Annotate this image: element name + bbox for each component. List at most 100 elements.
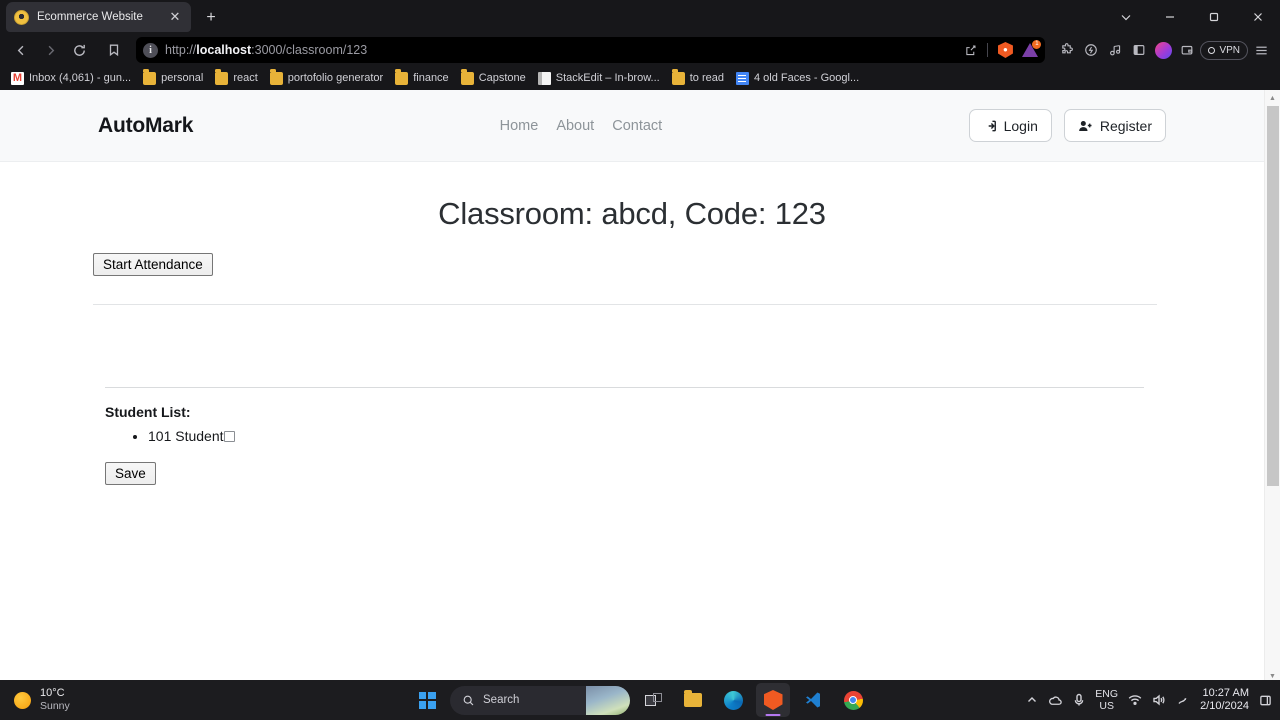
bookmark-icon[interactable] — [101, 37, 127, 63]
bookmark-item[interactable]: Inbox (4,061) - gun... — [6, 70, 136, 87]
bookmark-item[interactable]: StackEdit – In-brow... — [533, 70, 665, 87]
browser-toolbar: i http://localhost:3000/classroom/123 ● … — [0, 34, 1280, 66]
weather-widget[interactable]: 10°C Sunny — [0, 687, 70, 713]
vpn-button[interactable]: VPN — [1200, 40, 1248, 60]
bookmark-item[interactable]: personal — [138, 69, 208, 87]
register-button[interactable]: Register — [1063, 109, 1166, 142]
windows-taskbar: 10°C Sunny Search ENG US 10:27 AM 2/10/2… — [0, 680, 1280, 720]
search-highlight-image — [586, 685, 630, 715]
close-icon[interactable]: ✕ — [167, 9, 183, 25]
list-item: 101 Student — [148, 428, 1264, 444]
divider — [987, 43, 989, 57]
bookmark-item[interactable]: 4 old Faces - Googl... — [731, 70, 864, 87]
site-nav-links: Home About Contact — [193, 118, 968, 134]
battery-icon[interactable] — [1176, 694, 1190, 706]
file-explorer-icon — [684, 690, 702, 707]
taskbar-file-explorer[interactable] — [676, 683, 710, 717]
minimize-icon[interactable] — [1148, 0, 1192, 34]
save-button[interactable]: Save — [105, 462, 156, 485]
brave-rewards-icon[interactable] — [1080, 39, 1102, 61]
url-text: http://localhost:3000/classroom/123 — [165, 43, 952, 57]
language-indicator[interactable]: ENG US — [1095, 688, 1118, 712]
page-viewport: AutoMark Home About Contact Login Regist… — [0, 90, 1280, 684]
clock-date: 2/10/2024 — [1200, 700, 1249, 712]
new-tab-button[interactable]: + — [199, 6, 223, 30]
back-icon[interactable] — [8, 37, 34, 63]
bookmark-label: portofolio generator — [287, 72, 384, 84]
folder-icon — [395, 69, 409, 85]
onedrive-icon[interactable] — [1048, 694, 1063, 707]
bookmark-item[interactable]: Capstone — [456, 69, 531, 87]
brave-shields-icon[interactable]: ● — [994, 39, 1016, 61]
page-content: Classroom: abcd, Code: 123 Start Attenda… — [0, 196, 1264, 485]
taskbar-microsoft-edge[interactable] — [716, 683, 750, 717]
sun-icon — [14, 691, 31, 709]
volume-icon[interactable] — [1152, 694, 1166, 706]
brave-music-icon[interactable] — [1104, 39, 1126, 61]
leo-ai-icon[interactable] — [1152, 39, 1174, 61]
taskbar-brave-browser[interactable] — [756, 683, 790, 717]
url-scheme: http:// — [165, 43, 197, 57]
folder-icon — [460, 69, 474, 85]
system-tray: ENG US 10:27 AM 2/10/2024 — [1026, 687, 1280, 713]
wifi-icon[interactable] — [1128, 694, 1142, 706]
bookmark-item[interactable]: to read — [667, 69, 729, 87]
extensions-puzzle-icon[interactable] — [1056, 39, 1078, 61]
taskbar-google-chrome[interactable] — [836, 683, 870, 717]
bookmark-label: 4 old Faces - Googl... — [753, 72, 860, 84]
brave-wallet-icon[interactable] — [1176, 39, 1198, 61]
clock[interactable]: 10:27 AM 2/10/2024 — [1200, 687, 1249, 713]
windows-logo-icon — [418, 691, 436, 709]
search-placeholder: Search — [483, 694, 520, 706]
bookmark-label: StackEdit – In-brow... — [555, 72, 660, 84]
weather-temperature: 10°C — [40, 687, 65, 699]
login-label: Login — [1003, 117, 1038, 134]
site-nav-actions: Login Register — [968, 109, 1166, 142]
share-icon[interactable] — [959, 39, 981, 61]
browser-tab[interactable]: Ecommerce Website ✕ — [6, 2, 191, 32]
hamburger-menu-icon[interactable] — [1250, 39, 1272, 61]
taskbar-center: Search — [410, 683, 870, 717]
forward-icon[interactable] — [37, 37, 63, 63]
maximize-icon[interactable] — [1192, 0, 1236, 34]
microphone-icon[interactable] — [1073, 693, 1085, 707]
nav-link-home[interactable]: Home — [500, 118, 539, 134]
bookmark-item[interactable]: finance — [390, 69, 453, 87]
student-checkbox[interactable] — [223, 431, 235, 442]
brand-logo[interactable]: AutoMark — [98, 114, 193, 138]
taskbar-vs-code[interactable] — [796, 683, 830, 717]
bookmark-label: personal — [161, 72, 204, 84]
page-scrollbar[interactable]: ▲ ▼ — [1264, 90, 1280, 684]
nav-link-about[interactable]: About — [556, 118, 594, 134]
search-input[interactable]: Search — [450, 685, 630, 715]
extension-triangle-icon[interactable]: 1 — [1019, 39, 1042, 61]
sidebar-icon[interactable] — [1128, 39, 1150, 61]
weather-text: 10°C Sunny — [40, 687, 70, 713]
register-label: Register — [1099, 117, 1152, 134]
bookmark-label: finance — [413, 72, 449, 84]
task-view-icon — [644, 693, 662, 707]
start-button[interactable] — [410, 683, 444, 717]
url-host: localhost — [196, 43, 252, 57]
address-bar[interactable]: i http://localhost:3000/classroom/123 ● … — [136, 37, 1046, 63]
bookmark-item[interactable]: portofolio generator — [265, 69, 388, 87]
scrollbar-thumb[interactable] — [1267, 106, 1279, 486]
student-list: 101 Student — [148, 428, 1264, 444]
reload-icon[interactable] — [66, 37, 92, 63]
show-hidden-icons-chevron-icon[interactable] — [1026, 694, 1038, 706]
toolbar-right-actions: VPN — [1056, 39, 1272, 61]
close-icon[interactable] — [1236, 0, 1280, 34]
bookmark-item[interactable]: react — [210, 69, 262, 87]
notification-icon[interactable] — [1259, 694, 1272, 707]
start-attendance-button[interactable]: Start Attendance — [93, 253, 213, 276]
chevron-down-icon[interactable] — [1104, 0, 1148, 34]
bookmarks-bar: Inbox (4,061) - gun... personal react po… — [0, 66, 1280, 90]
student-list-heading: Student List: — [105, 404, 191, 420]
nav-link-contact[interactable]: Contact — [612, 118, 662, 134]
scroll-up-icon[interactable]: ▲ — [1265, 90, 1280, 106]
login-button[interactable]: Login — [968, 109, 1052, 142]
site-info-icon[interactable]: i — [143, 42, 158, 58]
taskbar-task-view[interactable] — [636, 683, 670, 717]
vpn-status-icon — [1208, 46, 1216, 54]
url-path: :3000/classroom/123 — [251, 43, 368, 57]
